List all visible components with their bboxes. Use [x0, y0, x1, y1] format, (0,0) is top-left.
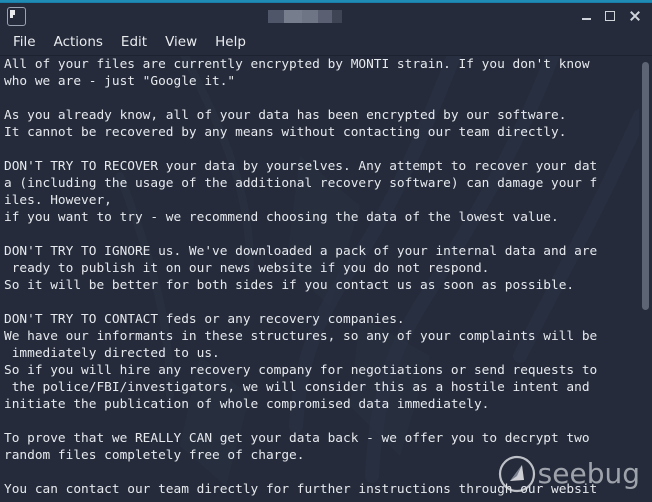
menu-edit[interactable]: Edit — [112, 34, 156, 50]
menu-view[interactable]: View — [156, 34, 206, 50]
menu-file[interactable]: File — [4, 34, 45, 50]
terminal-line: We have our informants in these structur… — [4, 329, 598, 344]
terminal-line: It cannot be recovered by any means with… — [4, 125, 567, 140]
terminal-output-area[interactable]: All of your files are currently encrypte… — [0, 56, 652, 502]
terminal-line: initiate the publication of whole compro… — [4, 397, 490, 412]
terminal-line: e: — [4, 498, 644, 502]
title-bar[interactable] — [0, 3, 652, 29]
terminal-line: To prove that we REALLY CAN get your dat… — [4, 431, 590, 446]
terminal-line: You can contact our team directly for fu… — [4, 482, 598, 497]
terminal-window: File Actions Edit View Help All of your … — [0, 0, 652, 502]
terminal-line: if you want to try - we recommend choosi… — [4, 210, 559, 225]
vertical-scrollbar[interactable] — [639, 56, 652, 502]
terminal-text: All of your files are currently encrypte… — [4, 56, 644, 502]
window-title-redacted — [268, 10, 342, 23]
menu-help[interactable]: Help — [206, 34, 255, 50]
terminal-line: As you already know, all of your data ha… — [4, 108, 567, 123]
maximize-button[interactable] — [598, 4, 622, 28]
title-redaction-block — [318, 10, 332, 23]
terminal-line: iles. However, — [4, 193, 112, 208]
window-controls — [574, 3, 646, 29]
terminal-line: All of your files are currently encrypte… — [4, 57, 590, 72]
terminal-line: a (including the usage of the additional… — [4, 176, 598, 191]
close-button[interactable] — [622, 4, 646, 28]
close-icon — [629, 11, 640, 22]
terminal-line: immediately directed to us. — [4, 346, 220, 361]
terminal-line: random files completely free of charge. — [4, 448, 305, 463]
maximize-icon — [605, 11, 615, 21]
terminal-line: the police/FBI/investigators, we will co… — [4, 380, 590, 395]
minimize-button[interactable] — [574, 4, 598, 28]
terminal-icon — [7, 6, 26, 26]
terminal-line: So if you will hire any recovery company… — [4, 363, 598, 378]
scrollbar-thumb[interactable] — [642, 62, 649, 310]
title-redaction-block — [332, 10, 342, 23]
minimize-icon — [581, 18, 591, 20]
terminal-line: ready to publish it on our news website … — [4, 261, 490, 276]
terminal-line: who we are - just "Google it." — [4, 74, 236, 89]
menu-bar: File Actions Edit View Help — [0, 29, 652, 56]
title-redaction-block — [268, 10, 284, 23]
menu-actions[interactable]: Actions — [45, 34, 112, 50]
terminal-line: DON'T TRY TO IGNORE us. We've downloaded… — [4, 244, 598, 259]
title-redaction-block — [302, 10, 318, 23]
terminal-line: DON'T TRY TO CONTACT feds or any recover… — [4, 312, 405, 327]
title-redaction-block — [284, 10, 302, 23]
terminal-icon-cursor-glyph — [10, 14, 13, 18]
window-accent-inner — [0, 0, 652, 2]
terminal-line: DON'T TRY TO RECOVER your data by yourse… — [4, 159, 598, 174]
terminal-line: So it will be better for both sides if y… — [4, 278, 575, 293]
